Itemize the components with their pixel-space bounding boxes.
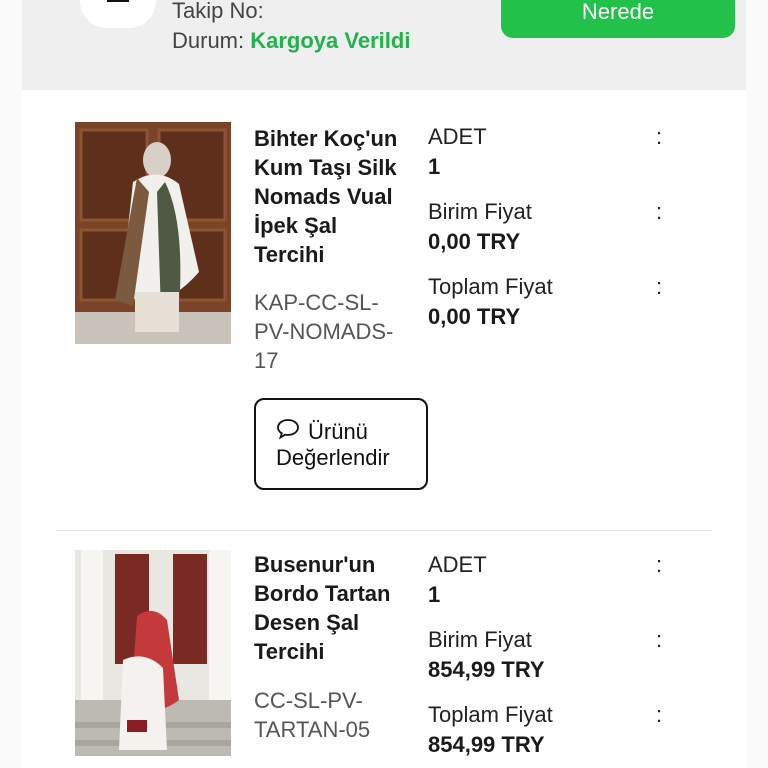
product-image[interactable] — [75, 550, 231, 756]
rate-button-line1: Ürünü — [308, 419, 368, 444]
quantity-label: ADET — [428, 552, 487, 577]
where-button-label: Nerede — [581, 0, 655, 24]
product-name[interactable]: Bihter Koç'un Kum Taşı Silk Nomads Vual … — [254, 124, 424, 269]
colon: : — [656, 702, 663, 727]
where-button[interactable]: Nerede — [501, 0, 735, 38]
quantity-value: 1 — [428, 582, 441, 607]
chat-bubble-icon — [276, 418, 300, 445]
product-sku: KAP-CC-SL- PV-NOMADS- 17 — [254, 290, 394, 373]
order-item: Busenur'un Bordo Tartan Desen Şal Tercih… — [22, 532, 746, 768]
unit-price-value: 854,99 TRY — [428, 657, 545, 682]
colon: : — [656, 274, 663, 299]
colon: : — [656, 627, 663, 652]
order-item: Bihter Koç'un Kum Taşı Silk Nomads Vual … — [22, 92, 746, 532]
tracking-label: Takip No: — [172, 0, 264, 23]
product-sku: CC-SL-PV- TARTAN-05 — [254, 688, 371, 742]
colon: : — [656, 124, 663, 149]
shipment-icon — [80, 0, 156, 28]
quantity-label: ADET — [428, 124, 487, 149]
status-line: Durum: Kargoya Verildi — [172, 28, 410, 54]
unit-price-value: 0,00 TRY — [428, 229, 521, 254]
product-name[interactable]: Busenur'un Bordo Tartan Desen Şal Tercih… — [254, 550, 424, 666]
unit-price-label: Birim Fiyat — [428, 627, 532, 652]
divider — [56, 530, 712, 531]
total-price-label: Toplam Fiyat — [428, 274, 553, 299]
shipment-header: Takip No: Durum: Kargoya Verildi Nerede — [22, 0, 746, 90]
rate-product-button[interactable]: Ürünü Değerlendir — [254, 398, 428, 490]
colon: : — [656, 552, 663, 577]
status-label: Durum: — [172, 28, 245, 53]
frame-right — [746, 0, 768, 768]
status-value: Kargoya Verildi — [250, 28, 411, 53]
total-price-value: 854,99 TRY — [428, 732, 545, 757]
colon: : — [656, 199, 663, 224]
total-price-label: Toplam Fiyat — [428, 702, 553, 727]
unit-price-label: Birim Fiyat — [428, 199, 532, 224]
frame-left — [0, 0, 22, 768]
product-image[interactable] — [75, 122, 231, 344]
quantity-value: 1 — [428, 154, 441, 179]
total-price-value: 0,00 TRY — [428, 304, 521, 329]
rate-button-line2: Değerlendir — [276, 445, 390, 470]
